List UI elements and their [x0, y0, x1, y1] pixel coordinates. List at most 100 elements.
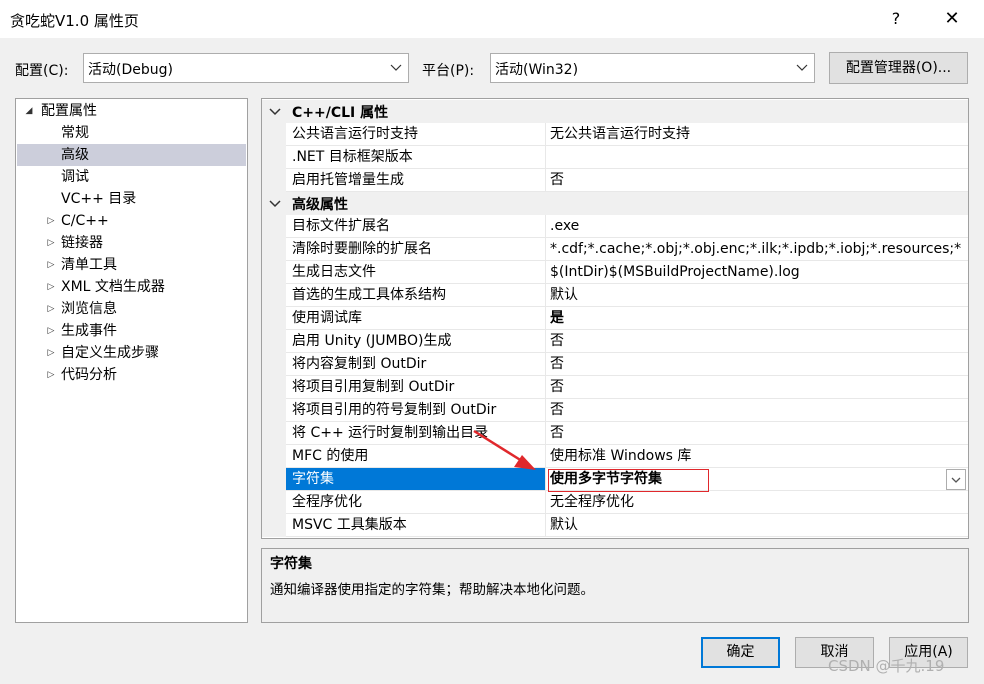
property-value[interactable]: 否 [546, 422, 968, 445]
row-gutter [262, 330, 286, 353]
property-value[interactable]: 否 [546, 399, 968, 422]
tree-item[interactable]: ▷ 浏览信息 [17, 298, 246, 320]
tree-item-label: XML 文档生成器 [61, 279, 165, 295]
row-gutter [262, 215, 286, 238]
triangle-right-icon[interactable]: ▷ [45, 210, 57, 232]
row-gutter [262, 399, 286, 422]
tree-item[interactable]: ▷ 链接器 [17, 232, 246, 254]
platform-value: 活动(Win32) [495, 62, 579, 78]
property-row[interactable]: 生成日志文件 $(IntDir)$(MSBuildProjectName).log [262, 261, 968, 284]
property-row[interactable]: 将项目引用的符号复制到 OutDir 否 [262, 399, 968, 422]
property-value[interactable]: .exe [546, 215, 968, 238]
triangle-right-icon[interactable]: ▷ [45, 298, 57, 320]
property-row[interactable]: .NET 目标框架版本 [262, 146, 968, 169]
property-name: 将项目引用复制到 OutDir [286, 376, 546, 399]
property-value[interactable]: 无公共语言运行时支持 [546, 123, 968, 146]
config-label: 配置(C): [15, 63, 69, 79]
category-label: 高级属性 [292, 197, 348, 213]
tree-item[interactable]: 调试 [17, 166, 246, 188]
triangle-right-icon[interactable]: ▷ [45, 276, 57, 298]
help-button[interactable]: ? [874, 4, 918, 34]
config-combo[interactable]: 活动(Debug) [83, 53, 409, 83]
triangle-right-icon[interactable]: ▷ [45, 232, 57, 254]
tree-item[interactable]: ▷ 代码分析 [17, 364, 246, 386]
property-value[interactable]: $(IntDir)$(MSBuildProjectName).log [546, 261, 968, 284]
property-value[interactable]: 否 [546, 169, 968, 192]
row-gutter [262, 468, 286, 491]
property-category[interactable]: 高级属性 [262, 192, 968, 215]
property-value[interactable]: 否 [546, 330, 968, 353]
tree-item[interactable]: VC++ 目录 [17, 188, 246, 210]
tree-item[interactable]: ▷ XML 文档生成器 [17, 276, 246, 298]
property-row[interactable]: 启用托管增量生成否 [262, 169, 968, 192]
property-row[interactable]: 使用调试库是 [262, 307, 968, 330]
property-row[interactable]: MSVC 工具集版本 默认 [262, 514, 968, 537]
tree-item-label: VC++ 目录 [61, 191, 137, 207]
property-category[interactable]: C++/CLI 属性 [262, 100, 968, 123]
close-button[interactable]: ✕ [930, 4, 974, 34]
triangle-right-icon[interactable]: ▷ [45, 364, 57, 386]
triangle-right-icon[interactable]: ▷ [45, 320, 57, 342]
property-name: 启用托管增量生成 [286, 169, 546, 192]
property-row[interactable]: 将内容复制到 OutDir 否 [262, 353, 968, 376]
property-row[interactable]: 全程序优化 无全程序优化 [262, 491, 968, 514]
tree-item-label: 常规 [61, 125, 89, 141]
chevron-down-icon [796, 64, 808, 71]
property-value[interactable]: 无全程序优化 [546, 491, 968, 514]
row-gutter [262, 422, 286, 445]
tree-item[interactable]: ▷ C/C++ [17, 210, 246, 232]
property-row[interactable]: 启用 Unity (JUMBO)生成否 [262, 330, 968, 353]
description-title: 字符集 [270, 556, 312, 572]
tree-item-label: 调试 [61, 169, 89, 185]
tree-item[interactable]: 高级 [17, 144, 246, 166]
property-value[interactable]: 是 [546, 307, 968, 330]
ok-button[interactable]: 确定 [701, 637, 780, 668]
tree-root-config-properties[interactable]: ◢ 配置属性 [17, 100, 246, 122]
property-name: 公共语言运行时支持 [286, 123, 546, 146]
property-row[interactable]: MFC 的使用 使用标准 Windows 库 [262, 445, 968, 468]
row-gutter [262, 261, 286, 284]
chevron-down-icon [390, 64, 402, 71]
tree-item-label: 配置属性 [41, 103, 97, 119]
property-row[interactable]: 目标文件扩展名 .exe [262, 215, 968, 238]
config-value: 活动(Debug) [88, 62, 173, 78]
row-gutter [262, 491, 286, 514]
triangle-right-icon[interactable]: ▷ [45, 254, 57, 276]
property-row[interactable]: 将项目引用复制到 OutDir 否 [262, 376, 968, 399]
tree-item[interactable]: ▷ 清单工具 [17, 254, 246, 276]
property-name: 使用调试库 [286, 307, 546, 330]
property-value[interactable]: 否 [546, 353, 968, 376]
tree-item-label: 高级 [61, 147, 89, 163]
chevron-down-icon[interactable] [268, 192, 282, 215]
tree-item-label: 清单工具 [61, 257, 117, 273]
category-label: C++/CLI 属性 [292, 105, 389, 121]
property-value[interactable]: 默认 [546, 514, 968, 537]
property-value[interactable]: 默认 [546, 284, 968, 307]
tree-item[interactable]: 常规 [17, 122, 246, 144]
tree-item[interactable]: ▷ 生成事件 [17, 320, 246, 342]
filled-triangle-down-icon[interactable]: ◢ [23, 100, 35, 122]
platform-combo[interactable]: 活动(Win32) [490, 53, 815, 83]
property-value[interactable]: *.cdf;*.cache;*.obj;*.obj.enc;*.ilk;*.ip… [546, 238, 968, 261]
tree-item-label: C/C++ [61, 213, 109, 229]
property-row[interactable]: 首选的生成工具体系结构 默认 [262, 284, 968, 307]
property-row[interactable]: 将 C++ 运行时复制到输出目录否 [262, 422, 968, 445]
property-name: 启用 Unity (JUMBO)生成 [286, 330, 546, 353]
value-dropdown-button[interactable] [946, 469, 966, 490]
property-row[interactable]: 公共语言运行时支持 无公共语言运行时支持 [262, 123, 968, 146]
tree-item-label: 生成事件 [61, 323, 117, 339]
row-gutter [262, 123, 286, 146]
configuration-manager-button[interactable]: 配置管理器(O)... [829, 52, 968, 84]
property-value[interactable]: 否 [546, 376, 968, 399]
property-value[interactable]: 使用标准 Windows 库 [546, 445, 968, 468]
row-gutter [262, 146, 286, 169]
property-row[interactable]: 清除时要删除的扩展名 *.cdf;*.cache;*.obj;*.obj.enc;… [262, 238, 968, 261]
property-tree: ◢ 配置属性 常规 高级 调试 VC++ 目录 ▷ C/C++ ▷ 链接器 ▷ 清单工具 ▷ XML … [15, 98, 248, 623]
property-row[interactable]: 字符集 使用多字节字符集 [262, 468, 968, 492]
property-name: 首选的生成工具体系结构 [286, 284, 546, 307]
tree-item[interactable]: ▷ 自定义生成步骤 [17, 342, 246, 364]
chevron-down-icon[interactable] [268, 100, 282, 123]
triangle-right-icon[interactable]: ▷ [45, 342, 57, 364]
property-value[interactable] [546, 146, 968, 169]
description-text: 通知编译器使用指定的字符集；帮助解决本地化问题。 [270, 582, 594, 598]
